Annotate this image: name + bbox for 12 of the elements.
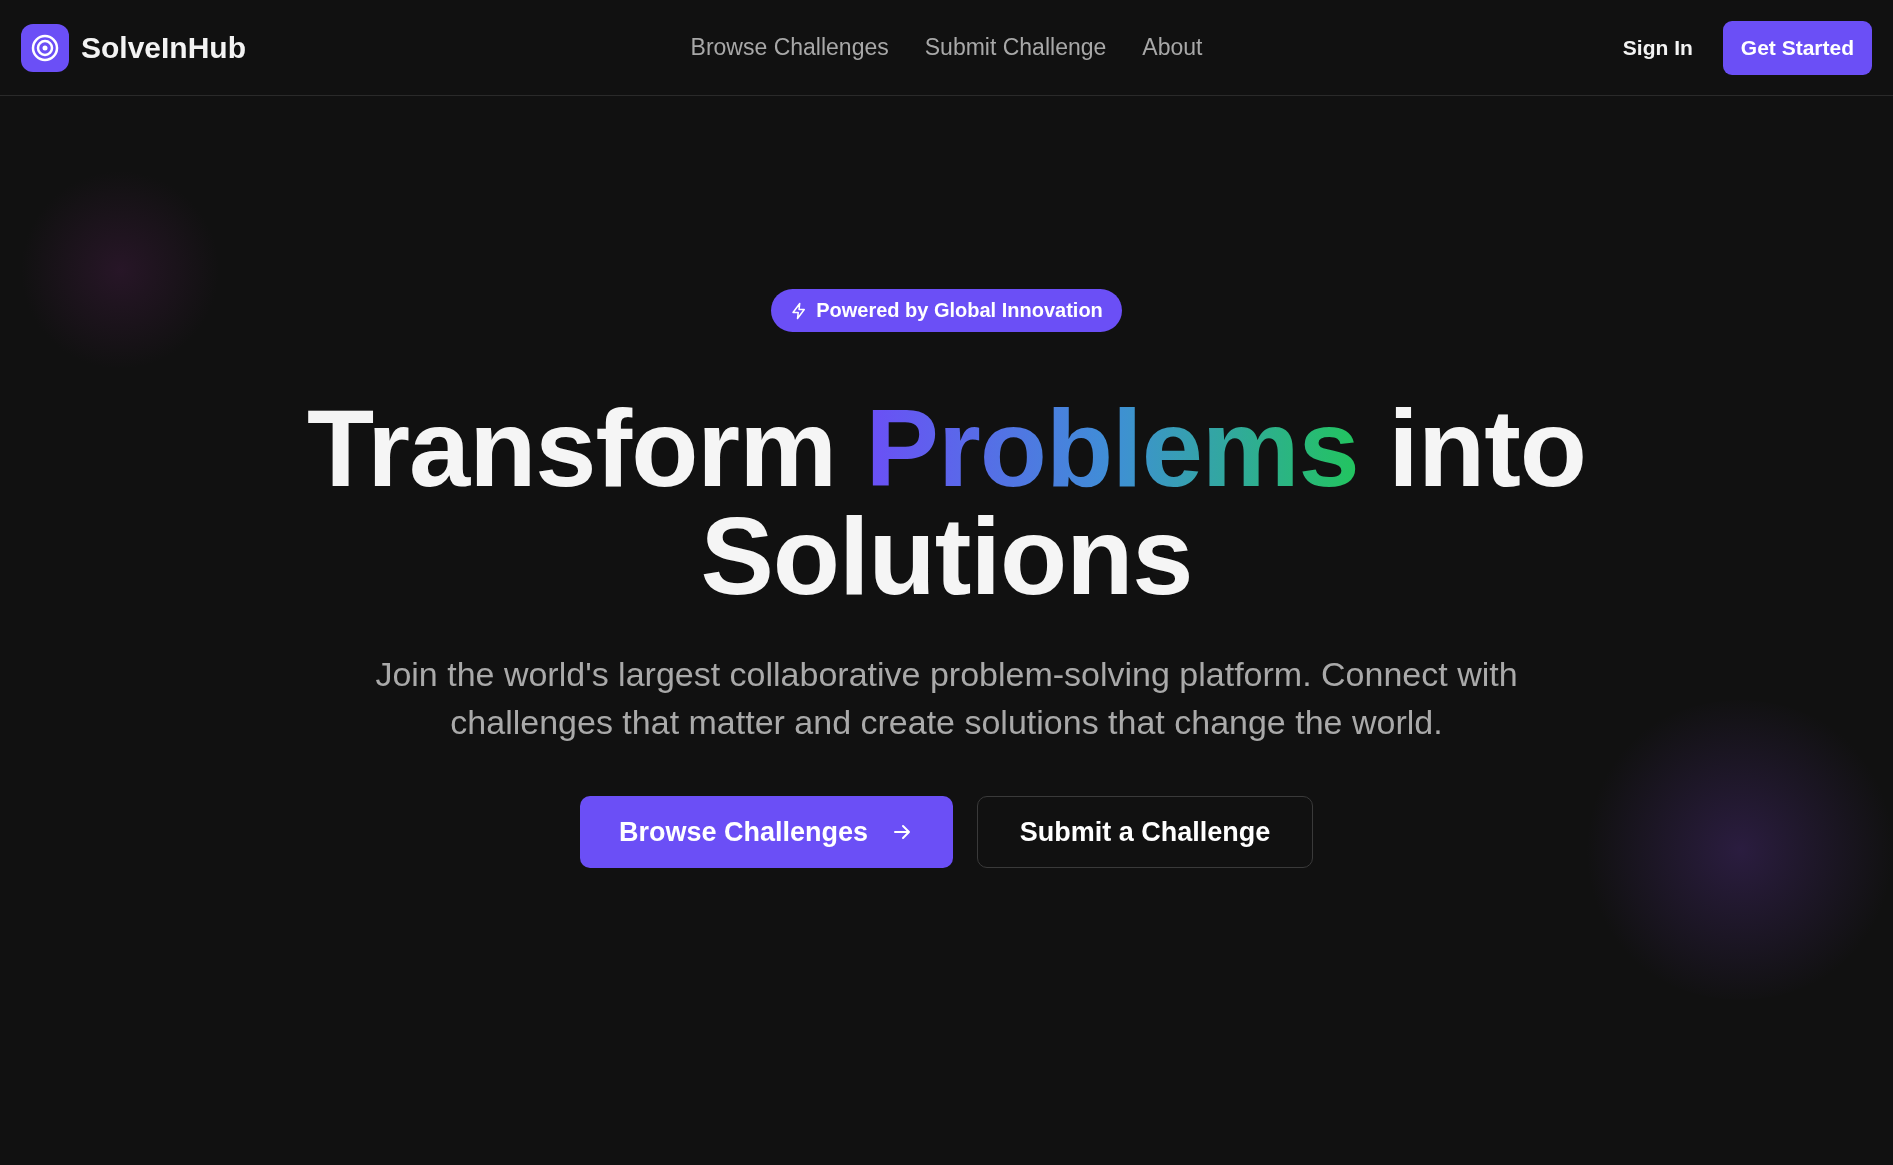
submit-button[interactable]: Submit a Challenge [977, 796, 1313, 868]
sign-in-link[interactable]: Sign In [1622, 35, 1693, 60]
headline: Transform Problems into Solutions [306, 394, 1587, 610]
browse-button[interactable]: Browse Challenges [580, 796, 953, 868]
nav-link[interactable]: Browse Challenges [690, 34, 889, 61]
brand-name: SolveInHub [81, 30, 246, 65]
nav-link[interactable]: Submit Challenge [924, 34, 1107, 61]
subtitle: Join the world's largest collaborative problem-solving platform. Connect with challenges that matter and create solutions that change the world. [374, 654, 1519, 743]
nav-link[interactable]: About [1142, 34, 1203, 61]
target-logo-icon [21, 23, 69, 72]
badge-text: Powered by Global Innovation [816, 299, 1103, 322]
get-started-button[interactable]: Get Started [1722, 20, 1872, 75]
